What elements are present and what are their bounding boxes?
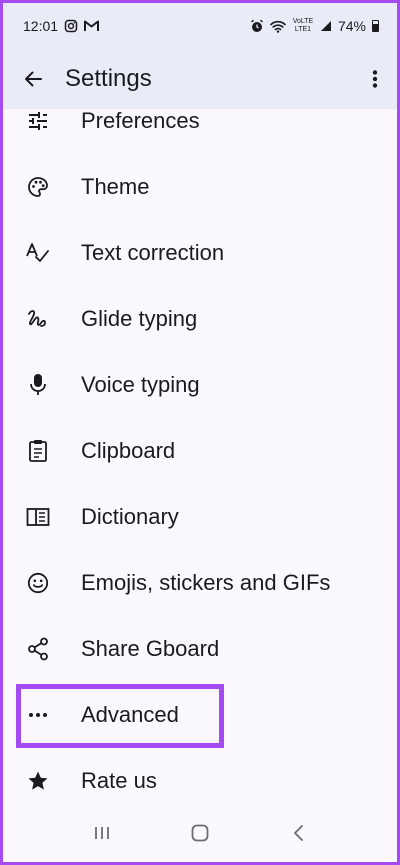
settings-item-rate-us[interactable]: Rate us — [3, 748, 397, 793]
settings-item-theme[interactable]: Theme — [3, 154, 397, 220]
instagram-icon — [64, 19, 78, 33]
book-icon — [25, 504, 51, 530]
spellcheck-icon — [25, 240, 51, 266]
battery-icon — [372, 20, 379, 32]
more-vert-icon — [372, 69, 378, 89]
recent-apps-icon — [94, 825, 110, 841]
microphone-icon — [25, 372, 51, 398]
arrow-back-icon — [23, 69, 43, 89]
chevron-left-icon — [292, 824, 304, 842]
share-icon — [25, 636, 51, 662]
settings-item-label: Emojis, stickers and GIFs — [81, 570, 331, 595]
smiley-icon — [25, 570, 51, 596]
highlight-box — [16, 684, 224, 748]
alarm-icon — [250, 19, 264, 33]
settings-item-label: Theme — [81, 174, 150, 199]
battery-percent: 74% — [337, 18, 366, 34]
clipboard-icon — [25, 438, 51, 464]
settings-item-label: Glide typing — [81, 306, 198, 331]
settings-item-share-gboard[interactable]: Share Gboard — [3, 616, 397, 682]
settings-item-label: Voice typing — [81, 372, 200, 397]
settings-item-voice-typing[interactable]: Voice typing — [3, 352, 397, 418]
network-type-label: VoLTE LTE1 — [292, 18, 314, 33]
back-button[interactable] — [5, 51, 61, 107]
settings-item-label: Share Gboard — [81, 636, 220, 661]
settings-item-label: Clipboard — [81, 438, 176, 463]
settings-item-label: Preferences — [81, 109, 200, 133]
settings-item-label: Dictionary — [81, 504, 179, 529]
signal-icon — [320, 20, 332, 32]
status-time: 12:01 — [23, 18, 59, 34]
page-title: Settings — [65, 65, 152, 92]
sliders-icon — [25, 109, 51, 134]
app-bar: Settings — [3, 49, 397, 109]
recent-apps-button[interactable] — [72, 811, 132, 855]
gesture-icon — [25, 306, 51, 332]
palette-icon — [25, 174, 51, 200]
settings-item-emojis[interactable]: Emojis, stickers and GIFs — [3, 550, 397, 616]
phone-screen: 12:01 VoLTE LTE1 74% Settings Preference… — [3, 3, 397, 862]
star-icon — [25, 768, 51, 793]
gmail-icon — [84, 20, 100, 32]
nav-back-button[interactable] — [268, 811, 328, 855]
wifi-icon — [270, 20, 286, 33]
more-options-button[interactable] — [355, 55, 395, 103]
settings-item-preferences[interactable]: Preferences — [3, 109, 397, 154]
status-bar: 12:01 VoLTE LTE1 74% — [3, 3, 397, 49]
system-nav-bar — [3, 803, 397, 862]
settings-item-dictionary[interactable]: Dictionary — [3, 484, 397, 550]
home-icon — [191, 824, 209, 842]
settings-item-glide-typing[interactable]: Glide typing — [3, 286, 397, 352]
settings-item-clipboard[interactable]: Clipboard — [3, 418, 397, 484]
settings-list: Preferences Theme Text correction Glide … — [3, 109, 397, 793]
settings-item-label: Rate us — [81, 768, 157, 793]
home-button[interactable] — [170, 811, 230, 855]
settings-item-label: Text correction — [81, 240, 225, 265]
settings-item-text-correction[interactable]: Text correction — [3, 220, 397, 286]
